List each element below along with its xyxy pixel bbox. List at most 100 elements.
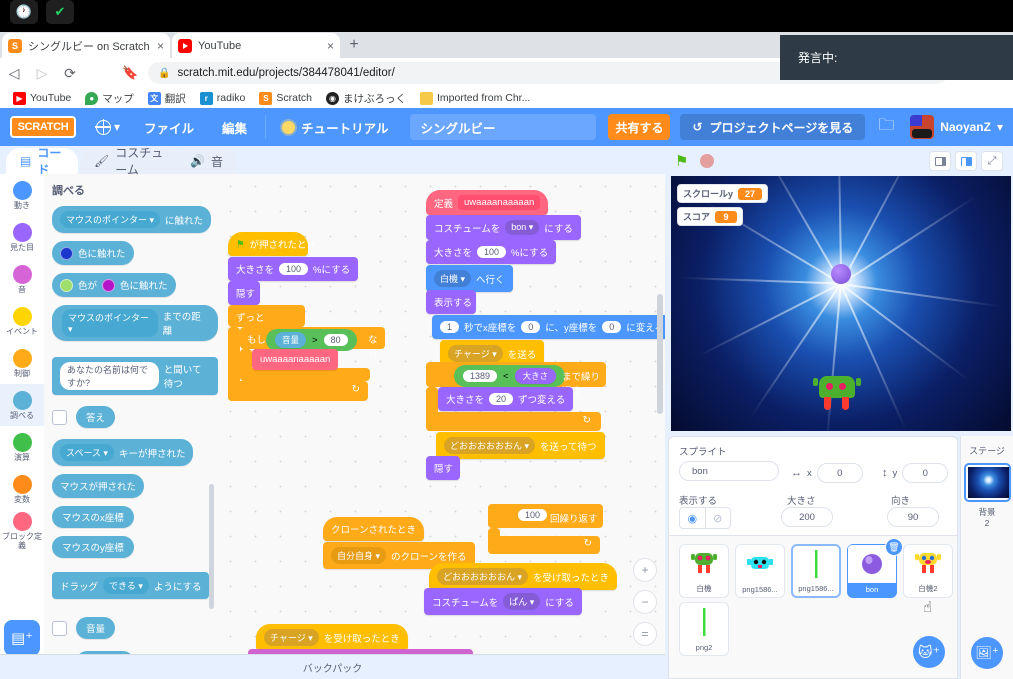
add-sprite-button[interactable]: 🐱⁺ — [913, 636, 945, 668]
sprite-tile-bon[interactable]: bon 🗑 — [847, 538, 903, 598]
sprite-y-input[interactable]: 0 — [902, 463, 949, 483]
eye-show-icon[interactable]: ◉ — [680, 508, 705, 528]
scratch-logo[interactable]: SCRATCH — [10, 116, 76, 138]
bookmark-imported-folder[interactable]: Imported from Chr... — [413, 91, 537, 105]
monitor-scroll-y[interactable]: スクロールy 27 — [677, 184, 769, 203]
large-stage-icon[interactable] — [955, 151, 977, 171]
glide-y-input[interactable]: 0 — [602, 321, 622, 333]
back-icon[interactable]: ◁ — [0, 59, 28, 87]
backpack[interactable]: バックパック — [0, 654, 665, 679]
clone-target-dropdown[interactable]: 自分自身 ▾ — [331, 547, 387, 564]
tab-code[interactable]: ▤ コード — [6, 146, 78, 177]
color-swatch-icon[interactable] — [102, 278, 116, 292]
browser-tab-scratch[interactable]: S シングルビー on Scratch × — [2, 33, 170, 58]
color-swatch-icon[interactable] — [60, 278, 73, 292]
share-button[interactable]: 共有する — [608, 114, 671, 140]
palette-block-touching[interactable]: マウスのポインター ▾ に触れた — [52, 206, 212, 233]
size-reporter[interactable]: 大きさ — [514, 368, 557, 384]
answer-checkbox[interactable] — [52, 409, 67, 425]
palette-block-mouse-down[interactable]: マウスが押された — [52, 474, 145, 498]
block-when-i-receive-charge[interactable]: チャージ ▾ を受け取ったとき — [256, 624, 408, 651]
project-title-input[interactable]: シングルビー — [410, 114, 597, 140]
palette-block-touching-color[interactable]: 色に触れた — [52, 241, 134, 265]
message-dropdown[interactable]: どおおおおおおん ▾ — [437, 568, 529, 585]
my-stuff-folder-icon[interactable]: 🗀 — [878, 114, 894, 141]
block-glide-to-xy[interactable]: 1 秒でx座標を 0 に、y座標を 0 に変える — [432, 315, 665, 339]
bookmark-youtube[interactable]: ▶ YouTube — [6, 91, 78, 105]
bookmark-scratch[interactable]: S Scratch — [252, 91, 319, 105]
block-change-size-by[interactable]: 大きさを 20 ずつ変える — [438, 387, 574, 411]
sprite-ship-on-stage[interactable] — [813, 376, 861, 410]
block-less-than[interactable]: 1389 < 大きさ — [454, 365, 566, 387]
bookmark-maps[interactable]: ● マップ — [78, 91, 141, 106]
palette-block-mouse-x[interactable]: マウスのx座標 — [52, 506, 134, 528]
bookmark-radiko[interactable]: r radiko — [193, 91, 253, 105]
sprite-bon-on-stage[interactable] — [831, 264, 851, 284]
key-dropdown[interactable]: スペース ▾ — [60, 444, 114, 461]
stage-canvas[interactable]: スクロールy 27 スコア 9 — [671, 176, 1011, 431]
block-when-i-start-as-clone[interactable]: クローンされたとき — [323, 517, 425, 541]
block-hide[interactable]: 隠す — [228, 281, 260, 305]
block-repeat-head[interactable]: 100 回繰り返す — [488, 504, 603, 528]
category-looks[interactable]: 見た目 — [0, 216, 44, 258]
block-switch-costume-pan[interactable]: コスチュームを ぱん ▾ にする — [424, 588, 582, 615]
zoom-out-icon[interactable]: − — [633, 590, 657, 614]
close-icon[interactable]: × — [157, 40, 164, 52]
add-extension-button[interactable]: ▤⁺ — [4, 620, 40, 656]
broadcast-dropdown[interactable]: チャージ ▾ — [448, 345, 503, 362]
block-define-hat[interactable]: 定義 uwaaaanaaaaan — [426, 190, 549, 215]
tab-costumes[interactable]: 🖌 コスチューム — [80, 146, 180, 177]
small-stage-icon[interactable] — [929, 151, 951, 171]
sprite-size-input[interactable]: 200 — [781, 507, 833, 527]
block-set-size-to[interactable]: 大きさを 100 %にする — [228, 257, 359, 281]
block-show[interactable]: 表示する — [426, 290, 476, 314]
loudness-reporter[interactable]: 音量 — [275, 332, 307, 348]
category-motion[interactable]: 動き — [0, 174, 44, 216]
glide-x-input[interactable]: 0 — [521, 321, 541, 333]
sprite-tile-png1586b[interactable]: png1586... ☝ — [791, 544, 932, 616]
whatsapp-icon[interactable]: ✔ — [46, 0, 74, 24]
palette-scrollbar[interactable] — [209, 484, 214, 609]
size-input[interactable]: 100 — [477, 246, 507, 258]
code-workspace[interactable]: ⚑ が押されたとき 大きさを 100 %にする 隠す ずっと ↻ もし 音量 >… — [218, 174, 665, 654]
glide-seconds-input[interactable]: 1 — [440, 321, 460, 333]
bookmark-icon[interactable]: 🔖 — [122, 65, 138, 81]
block-if-then-head[interactable]: もし 音量 > 80 なら — [240, 327, 385, 360]
category-control[interactable]: 制御 — [0, 342, 44, 384]
forward-icon[interactable]: ▷ — [28, 59, 56, 87]
delete-sprite-icon[interactable]: 🗑 — [885, 538, 903, 556]
broadcast-dropdown[interactable]: どおおおおおおん ▾ — [444, 437, 536, 454]
project-page-button[interactable]: ↺ プロジェクトページを見る — [680, 114, 866, 140]
close-icon[interactable]: × — [327, 40, 334, 52]
account-menu[interactable]: NaoyanZ ▾ — [910, 115, 1003, 139]
sprite-name-input[interactable]: bon — [679, 461, 779, 481]
category-sensing[interactable]: 調べる — [0, 384, 44, 426]
block-when-i-receive-doon[interactable]: どおおおおおおん ▾ を受け取ったとき — [429, 563, 618, 590]
palette-block-distance-to[interactable]: マウスのポインター ▾ までの距離 — [52, 305, 218, 341]
palette-block-color-touching-color[interactable]: 色が 色に触れた — [52, 273, 176, 297]
size-input[interactable]: 100 — [279, 263, 309, 275]
block-palette[interactable]: 調べる マウスのポインター ▾ に触れた 色に触れた 色が 色に触れた マウスの… — [44, 174, 218, 654]
monitor-score[interactable]: スコア 9 — [677, 207, 744, 226]
category-operators[interactable]: 演算 — [0, 426, 44, 468]
clock-icon[interactable]: 🕐 — [10, 0, 38, 24]
palette-block-ask-and-wait[interactable]: あなたの名前は何ですか? と聞いて待つ — [52, 357, 218, 395]
add-backdrop-button[interactable]: 🖼⁺ — [971, 637, 1003, 669]
palette-block-set-drag-mode[interactable]: ドラッグ できる ▾ ようにする — [52, 572, 210, 599]
sprite-tile-png2[interactable]: png2 — [679, 602, 729, 656]
costume-dropdown[interactable]: ぱん ▾ — [503, 593, 541, 610]
repeat-count-input[interactable]: 100 — [518, 509, 548, 521]
category-variables[interactable]: 変数 — [0, 468, 44, 510]
category-sound[interactable]: 音 — [0, 258, 44, 300]
palette-block-key-pressed[interactable]: スペース ▾ キーが押された — [52, 439, 194, 466]
fullscreen-icon[interactable]: ⤢ — [981, 151, 1003, 171]
block-call-uwaaaanaaaaan[interactable]: uwaaaanaaaaan — [252, 349, 339, 370]
block-forever-head[interactable]: ずっと — [228, 305, 305, 327]
go-to-target-dropdown[interactable]: 白機 ▾ — [434, 270, 472, 287]
bookmark-translate[interactable]: 文 翻訳 — [141, 91, 193, 106]
reload-icon[interactable]: ⟳ — [56, 59, 84, 87]
menu-file[interactable]: ファイル — [130, 118, 208, 137]
block-hide-2[interactable]: 隠す — [426, 456, 460, 480]
stop-icon[interactable] — [700, 154, 715, 168]
sprite-tile-png1586a[interactable]: png1586... — [735, 544, 785, 598]
